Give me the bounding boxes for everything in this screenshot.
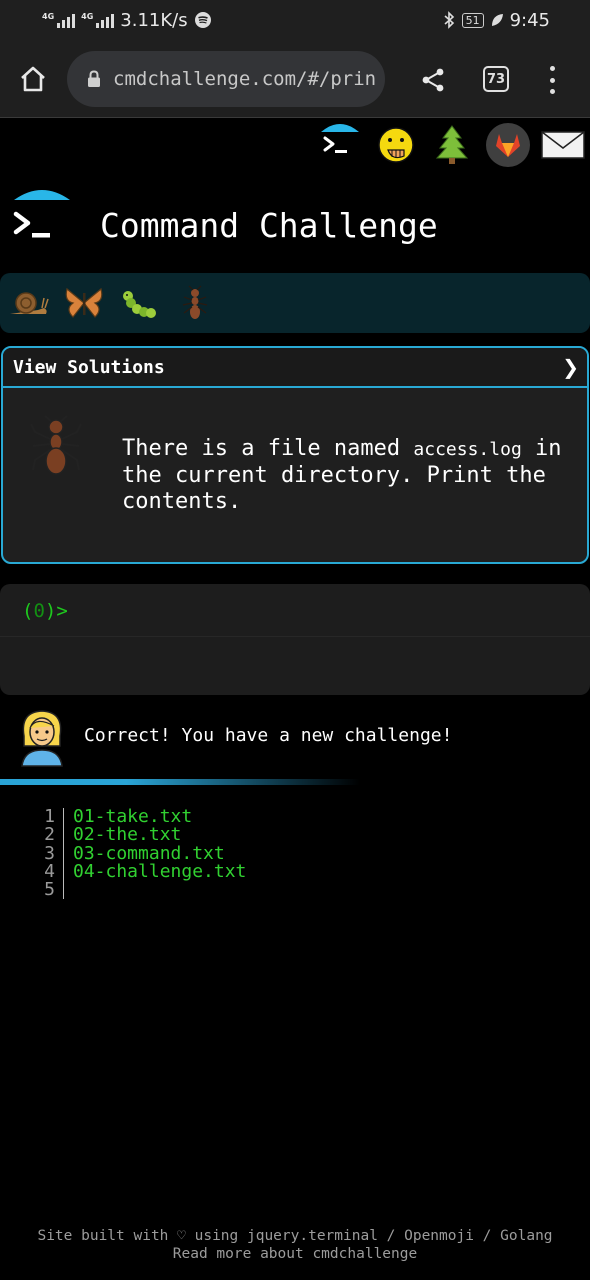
- header-icon-row: [0, 122, 590, 170]
- battery-indicator: 51: [461, 12, 484, 28]
- level-selector: [0, 273, 590, 333]
- caterpillar-icon[interactable]: [118, 283, 160, 323]
- signal-icon: 4G: [42, 12, 76, 28]
- evergreen-tree-icon[interactable]: [429, 122, 475, 168]
- list-item: 5: [44, 880, 246, 900]
- tab-switcher-button[interactable]: 73: [483, 66, 509, 92]
- share-button[interactable]: [417, 64, 449, 96]
- gitlab-icon[interactable]: [485, 122, 531, 168]
- home-icon: [21, 66, 45, 92]
- ant-icon: [30, 415, 82, 475]
- terminal-logo-icon[interactable]: [317, 122, 363, 168]
- network-type-label: 4G: [42, 12, 55, 21]
- share-icon: [422, 68, 444, 92]
- challenge-text-part: There is a file named: [122, 436, 414, 461]
- file-name: 04-challenge.txt: [73, 860, 247, 882]
- terminal-prompt[interactable]: (0)>: [22, 600, 68, 622]
- prompt-count: 0: [33, 600, 45, 622]
- status-message: Correct! You have a new challenge!: [84, 725, 453, 746]
- butterfly-icon[interactable]: [63, 283, 105, 323]
- ant-icon[interactable]: [174, 283, 216, 323]
- status-left: 4G 4G 3.11K/s: [42, 10, 212, 31]
- snail-icon[interactable]: [8, 283, 50, 323]
- line-number: 2: [44, 825, 64, 845]
- home-button[interactable]: [16, 62, 50, 96]
- signal-icon: 4G: [81, 12, 115, 28]
- leaf-icon: [491, 14, 503, 26]
- footer-about-link[interactable]: Read more about cmdchallenge: [0, 1245, 590, 1263]
- face-with-hand-over-mouth-icon[interactable]: [373, 122, 419, 168]
- terminal-divider: [0, 636, 590, 637]
- status-bar: 4G 4G 3.11K/s 51 9:45: [0, 0, 590, 40]
- terminal[interactable]: (0)>: [0, 584, 590, 695]
- page-title: Command Challenge: [100, 206, 438, 245]
- spotify-icon: [194, 12, 211, 28]
- prompt-open: (: [22, 600, 34, 622]
- prompt-close: )>: [44, 600, 68, 622]
- browser-toolbar: cmdchallenge.com/#/prin 73: [0, 40, 590, 118]
- envelope-icon[interactable]: [540, 122, 586, 168]
- network-type-label: 4G: [81, 12, 94, 21]
- view-solutions-label: View Solutions: [13, 356, 165, 378]
- challenge-description: There is a file named access.log in the …: [122, 436, 572, 515]
- challenge-panel: View Solutions ❯ There is a file named a…: [1, 346, 589, 564]
- file-listing: 1 01-take.txt 2 02-the.txt 3 03-command.txt…: [44, 807, 247, 900]
- list-item: 2 02-the.txt: [44, 824, 246, 846]
- footer: Site built with ♡ using jquery.terminal …: [0, 1227, 590, 1263]
- network-speed: 3.11K/s: [120, 9, 188, 31]
- clock: 9:45: [509, 9, 550, 31]
- list-item: 4 04-challenge.txt: [44, 860, 247, 882]
- status-right: 51 9:45: [442, 10, 550, 31]
- overflow-menu-button[interactable]: [542, 66, 562, 94]
- lock-icon: [88, 70, 100, 87]
- footer-credits[interactable]: Site built with ♡ using jquery.terminal …: [0, 1227, 590, 1245]
- inline-code: access.log: [413, 439, 522, 460]
- url-text: cmdchallenge.com/#/prin: [113, 68, 377, 90]
- chevron-right-icon: ❯: [562, 355, 579, 379]
- file-name: 02-the.txt: [73, 824, 182, 846]
- progress-bar: [0, 779, 360, 785]
- file-name: [64, 881, 73, 899]
- bluetooth-icon: [444, 11, 454, 29]
- view-solutions-toggle[interactable]: View Solutions ❯: [3, 348, 587, 388]
- woman-icon: [21, 710, 63, 767]
- line-number: 5: [44, 880, 64, 900]
- app-logo-icon: [13, 190, 70, 238]
- address-bar[interactable]: cmdchallenge.com/#/prin: [67, 51, 385, 107]
